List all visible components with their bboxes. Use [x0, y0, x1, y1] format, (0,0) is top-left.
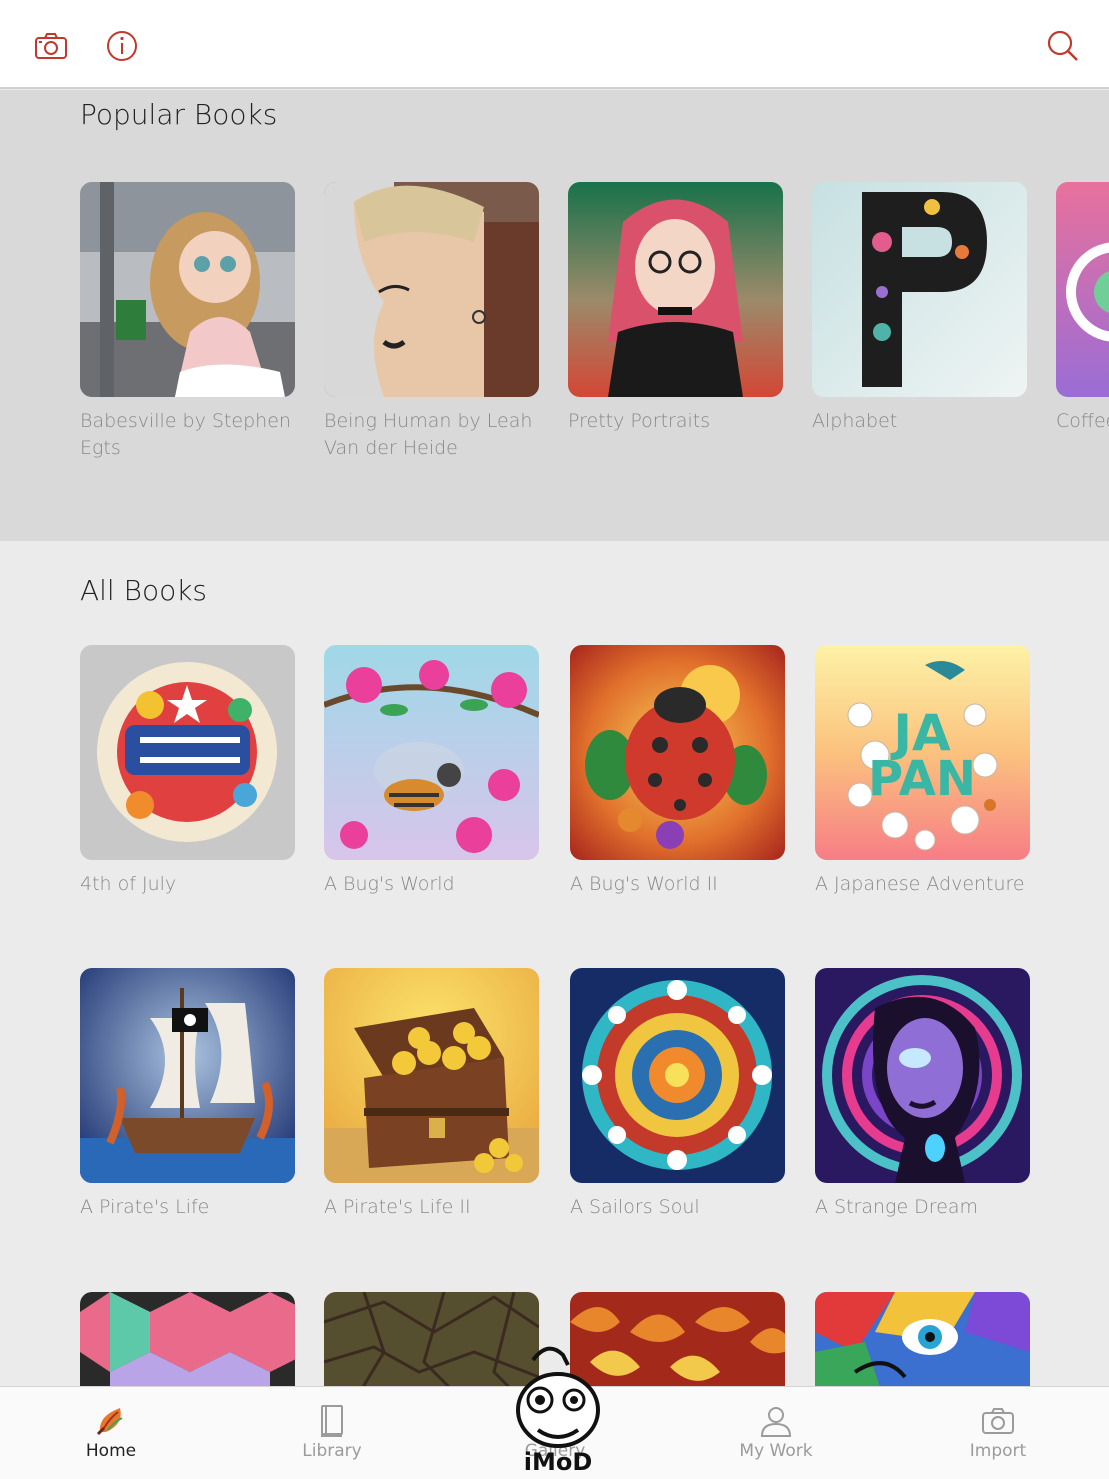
info-icon[interactable] — [100, 24, 144, 68]
popular-book-card[interactable]: Alphabet — [812, 182, 1027, 435]
book-icon — [314, 1403, 350, 1439]
book-cover-image — [324, 968, 539, 1183]
top-navigation-bar — [0, 0, 1109, 89]
book-title: A Japanese Adventure — [815, 873, 1025, 895]
imod-watermark-logo: iMoD — [508, 1340, 608, 1479]
book-card[interactable]: A Pirate's Life II — [324, 968, 539, 1221]
popular-book-card[interactable]: Coffee — [1056, 182, 1109, 435]
book-title: A Pirate's Life — [80, 1196, 210, 1218]
tab-import[interactable]: Import — [928, 1387, 1068, 1479]
book-cover-image — [568, 182, 783, 397]
book-cover-image — [815, 1292, 1030, 1386]
book-card[interactable]: A Bug's World II — [570, 645, 785, 898]
book-card[interactable]: A Strange Dream — [815, 968, 1030, 1221]
popular-book-card[interactable]: Babesville by Stephen Egts — [80, 182, 295, 462]
book-title: Babesville by Stephen Egts — [80, 410, 291, 459]
popular-books-section: Popular Books Babesville by Stephen Egts… — [0, 90, 1109, 541]
book-cover-image — [324, 1292, 539, 1386]
popular-books-heading: Popular Books — [80, 98, 278, 131]
book-title: Alphabet — [812, 410, 898, 432]
tab-label: Library — [302, 1441, 362, 1461]
tab-label: Import — [969, 1441, 1027, 1461]
book-cover-image — [324, 182, 539, 397]
camera-icon[interactable] — [29, 24, 73, 68]
book-card[interactable] — [80, 1292, 295, 1386]
book-title: Coffee — [1056, 410, 1109, 432]
popular-book-card[interactable]: Pretty Portraits — [568, 182, 783, 435]
book-card[interactable]: A Pirate's Life — [80, 968, 295, 1221]
camera-icon — [980, 1403, 1016, 1439]
svg-text:PAN: PAN — [868, 751, 976, 807]
book-cover-image — [324, 645, 539, 860]
tab-home[interactable]: Home — [41, 1387, 181, 1479]
book-cover-image — [1056, 182, 1109, 397]
all-books-section: All Books 4th of July A Bug's World A Bu… — [0, 541, 1109, 1386]
book-cover-image — [80, 645, 295, 860]
tab-my-work[interactable]: My Work — [706, 1387, 846, 1479]
book-cover-image — [80, 1292, 295, 1386]
tab-label: Home — [85, 1441, 137, 1461]
book-cover-image — [80, 968, 295, 1183]
book-card[interactable] — [815, 1292, 1030, 1386]
person-icon — [758, 1403, 794, 1439]
all-books-heading: All Books — [80, 574, 208, 607]
book-card[interactable]: 4th of July — [80, 645, 295, 898]
popular-book-card[interactable]: Being Human by Leah Van der Heide — [324, 182, 539, 462]
watermark-text: iMoD — [524, 1448, 593, 1476]
book-card[interactable]: JA PAN A Japanese Adventure — [815, 645, 1030, 898]
book-cover-image — [570, 645, 785, 860]
tab-label: My Work — [739, 1441, 813, 1461]
book-cover-image — [570, 968, 785, 1183]
book-title: A Sailors Soul — [570, 1196, 700, 1218]
leaf-brush-icon — [93, 1403, 129, 1439]
tab-library[interactable]: Library — [262, 1387, 402, 1479]
book-title: A Pirate's Life II — [324, 1196, 471, 1218]
book-cover-image — [80, 182, 295, 397]
book-title: A Strange Dream — [815, 1196, 979, 1218]
book-card[interactable]: A Bug's World — [324, 645, 539, 898]
book-cover-image: JA PAN — [815, 645, 1030, 860]
book-title: Being Human by Leah Van der Heide — [324, 410, 533, 459]
book-card[interactable]: A Sailors Soul — [570, 968, 785, 1221]
book-cover-image — [812, 182, 1027, 397]
book-card[interactable] — [324, 1292, 539, 1386]
book-title: Pretty Portraits — [568, 410, 711, 432]
book-title: A Bug's World — [324, 873, 455, 895]
search-icon[interactable] — [1041, 24, 1085, 68]
book-title: A Bug's World II — [570, 873, 718, 895]
book-title: 4th of July — [80, 873, 177, 895]
book-cover-image — [815, 968, 1030, 1183]
